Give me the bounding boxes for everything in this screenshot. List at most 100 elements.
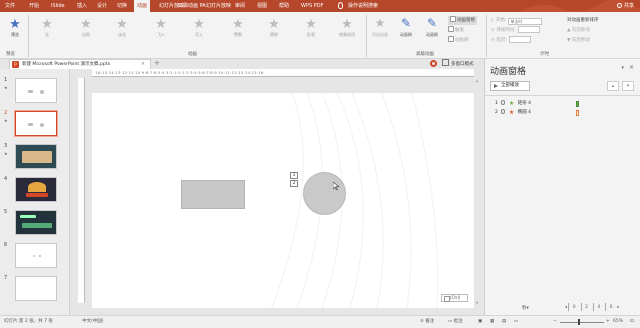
- tab-home[interactable]: 开始: [29, 0, 39, 12]
- effect-appear[interactable]: ★ 出现: [73, 17, 99, 47]
- move-down-button[interactable]: ▾: [622, 81, 634, 91]
- slide-thumbnail-5[interactable]: [15, 210, 57, 235]
- timeline-tick: 4: [592, 303, 604, 311]
- move-later-button[interactable]: ▼ 向后移动: [567, 36, 590, 45]
- language-status[interactable]: 中文(中国): [82, 316, 104, 328]
- document-tab[interactable]: P 新建 Microsoft PowerPoint 演示文稿.pptx ×: [9, 59, 151, 69]
- effect-none[interactable]: ★ 无: [34, 17, 60, 47]
- tab-help[interactable]: 帮助: [279, 0, 289, 12]
- tab-animations[interactable]: 动画: [134, 0, 151, 12]
- brush-icon: [448, 36, 454, 42]
- tab-view[interactable]: 视图: [257, 0, 267, 12]
- tab-wps-pdf[interactable]: WPS PDF: [301, 0, 323, 12]
- timeline-right-arrow[interactable]: ▸: [617, 304, 619, 309]
- slide-thumbnail-2[interactable]: [15, 111, 57, 136]
- vertical-ruler: [78, 78, 85, 303]
- settings-icon[interactable]: [430, 60, 437, 67]
- animation-target-name: 椭圆 4: [517, 110, 531, 115]
- vertical-scrollbar[interactable]: ▴ ▾: [476, 78, 482, 313]
- scroll-up-icon[interactable]: ▴: [476, 78, 478, 83]
- close-tab-icon[interactable]: ×: [141, 60, 145, 69]
- notes-button[interactable]: ≡ 备注: [420, 316, 434, 328]
- close-pane-icon[interactable]: ×: [629, 64, 634, 71]
- delay-field[interactable]: [508, 36, 531, 43]
- effect-float-in[interactable]: ★ 浮入: [186, 17, 212, 47]
- tab-insert[interactable]: 插入: [77, 0, 87, 12]
- multi-window-mode-button[interactable]: 多窗口模式: [442, 59, 474, 69]
- tab-pocket-animation[interactable]: 口袋动画 PA: [178, 0, 206, 12]
- zoom-slider-knob[interactable]: [578, 319, 580, 325]
- effect-fade[interactable]: ★ 淡化: [109, 17, 135, 47]
- duration-row: ◷ 持续时间:: [491, 26, 540, 35]
- slide-thumbnail-4[interactable]: [15, 177, 57, 202]
- document-tab-row: P 新建 Microsoft PowerPoint 演示文稿.pptx × + …: [0, 59, 484, 69]
- slide-thumbnail-1[interactable]: [15, 78, 57, 103]
- effect-fly-in[interactable]: ★ 飞入: [148, 17, 174, 47]
- zoom-out-button[interactable]: −: [553, 316, 557, 328]
- animation-star-icon: ★: [4, 118, 8, 123]
- thumb-shape: [28, 90, 33, 93]
- effect-options-button[interactable]: ★ 效果选项: [334, 17, 360, 47]
- animation-order-tag-1[interactable]: 1: [290, 172, 298, 179]
- duration-label: 持续时间:: [496, 28, 516, 33]
- tab-review[interactable]: 审阅: [235, 0, 245, 12]
- tab-file[interactable]: 文件: [5, 0, 15, 12]
- group-label-timing: 计时: [540, 52, 549, 57]
- slide-number: 3: [4, 143, 8, 149]
- paste-options-button[interactable]: (Ctrl): [441, 294, 468, 302]
- slide-thumbnail-7[interactable]: [15, 276, 57, 301]
- timeline-left-arrow[interactable]: ◂: [565, 304, 567, 309]
- animation-painter-button[interactable]: ✎ 动画刷: [395, 16, 417, 38]
- zoom-in-button[interactable]: +: [606, 316, 610, 328]
- tab-slideshow-2[interactable]: 幻灯片放映: [206, 0, 231, 12]
- add-animation-button[interactable]: ★ 添加动画: [369, 16, 391, 38]
- seconds-dropdown[interactable]: 秒▾: [522, 305, 529, 311]
- tell-me-search[interactable]: 操作说明搜索: [348, 0, 378, 12]
- slide-number: 6: [4, 242, 8, 248]
- play-all-button[interactable]: 全部播放: [490, 81, 530, 91]
- new-tab-button[interactable]: +: [154, 59, 160, 68]
- animation-pane-toggle[interactable]: 动画窗格: [448, 16, 477, 25]
- reading-view-icon[interactable]: ▤: [502, 316, 506, 328]
- preview-button[interactable]: ★ 预览: [2, 17, 28, 47]
- animation-list-item-1[interactable]: 1 ★ 矩形 4: [495, 100, 635, 108]
- effect-split[interactable]: ★ 劈裂: [225, 17, 251, 47]
- advanced-extra-button[interactable]: 动画刷: [448, 36, 469, 45]
- start-select[interactable]: 单击时: [508, 18, 543, 25]
- tab-transitions[interactable]: 切换: [117, 0, 127, 12]
- animation-painter-2-button[interactable]: ✎ 动画刷: [421, 16, 443, 38]
- effect-shape[interactable]: ★ 形状: [298, 17, 324, 47]
- effect-wipe[interactable]: ★ 擦除: [261, 17, 287, 47]
- move-earlier-label: 向前移动: [571, 28, 590, 33]
- zoom-level[interactable]: 65%: [613, 316, 623, 328]
- animation-painter-label: 动画刷: [400, 32, 412, 37]
- tab-islide[interactable]: iSlide: [51, 0, 65, 12]
- move-earlier-button[interactable]: ▲ 向前移动: [567, 26, 590, 35]
- slide-thumbnail-3[interactable]: [15, 144, 57, 169]
- thumb-shape: [20, 215, 36, 218]
- pane-options-icon[interactable]: ▾: [621, 65, 624, 71]
- fit-to-window-icon[interactable]: ⊡: [630, 316, 634, 328]
- slide-sorter-icon[interactable]: ▦: [490, 316, 494, 328]
- slide-thumbnail-6[interactable]: [15, 243, 57, 268]
- slideshow-view-icon[interactable]: ▭: [514, 316, 518, 328]
- zoom-slider[interactable]: [560, 322, 604, 323]
- oval-shape[interactable]: [303, 172, 346, 215]
- rectangle-shape[interactable]: [181, 180, 245, 209]
- scroll-down-icon[interactable]: ▾: [476, 300, 478, 305]
- normal-view-icon[interactable]: ▣: [478, 316, 482, 328]
- trigger-button[interactable]: 触发: [448, 26, 464, 35]
- share-button[interactable]: 共享: [616, 0, 634, 12]
- tab-design[interactable]: 设计: [97, 0, 107, 12]
- document-title: 新建 Microsoft PowerPoint 演示文稿.pptx: [22, 62, 111, 67]
- star-icon: ★: [193, 17, 205, 32]
- star-icon: ★: [341, 17, 353, 32]
- animation-list-item-2[interactable]: 2 ★ 椭圆 4: [495, 109, 635, 117]
- animation-order-tag-2[interactable]: 2: [290, 180, 298, 187]
- duration-field[interactable]: [517, 26, 540, 33]
- animation-pane-label: 动画窗格: [457, 18, 475, 23]
- move-up-button[interactable]: ▴: [607, 81, 619, 91]
- slide-canvas[interactable]: 1 2: [92, 93, 474, 308]
- thumb-shape: [39, 255, 41, 257]
- comments-button[interactable]: ▭ 批注: [448, 316, 463, 328]
